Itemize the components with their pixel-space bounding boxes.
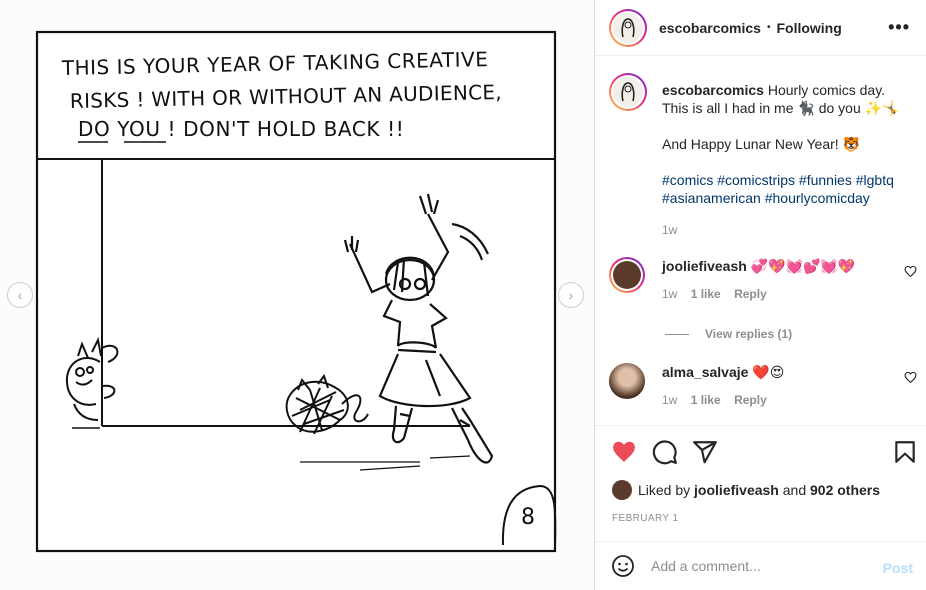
- caption-hashtags-1[interactable]: #comics #comicstrips #funnies #lgbtq: [662, 171, 914, 189]
- smiley-icon[interactable]: [611, 554, 635, 578]
- following-button[interactable]: Following: [776, 20, 841, 36]
- carousel-prev-button[interactable]: ‹: [7, 282, 33, 308]
- comments-list[interactable]: escobarcomics Hourly comics day. This is…: [595, 57, 926, 425]
- caption-text-2: And Happy Lunar New Year! 🐯: [662, 136, 860, 152]
- more-icon[interactable]: •••: [888, 18, 910, 36]
- comment-likes[interactable]: 1 like: [691, 393, 721, 407]
- bookmark-icon[interactable]: [892, 439, 918, 465]
- post-side-panel: escobarcomics • Following ••• escobarcom…: [594, 0, 926, 590]
- reply-button[interactable]: Reply: [734, 287, 767, 301]
- comment-icon[interactable]: [652, 439, 678, 465]
- comic-illustration: THIS IS YOUR YEAR OF TAKING CREATIVE RIS…: [0, 0, 594, 590]
- caption: escobarcomics Hourly comics day. This is…: [662, 81, 914, 239]
- author-avatar[interactable]: [609, 8, 647, 47]
- comment-age: 1w: [662, 287, 678, 301]
- comment-text: 💞💖💓💕💓💖: [750, 258, 856, 274]
- liked-by-others[interactable]: 902 others: [810, 482, 880, 498]
- carousel-next-button[interactable]: ›: [558, 282, 584, 308]
- reply-button[interactable]: Reply: [734, 393, 767, 407]
- liked-by-joiner: and: [782, 482, 807, 498]
- comment-input[interactable]: [651, 558, 861, 574]
- caption-author-avatar[interactable]: [609, 73, 647, 111]
- post-button[interactable]: Post: [883, 560, 913, 576]
- caption-hashtags-2[interactable]: #asianamerican #hourlycomicday: [662, 189, 914, 207]
- caption-age: 1w: [662, 223, 678, 237]
- heart-filled-icon[interactable]: [611, 439, 637, 465]
- liker-avatar: [612, 480, 632, 500]
- add-comment-bar: Post: [595, 541, 926, 590]
- chevron-right-icon: ›: [568, 287, 574, 303]
- heart-outline-icon[interactable]: [904, 371, 917, 384]
- post-header: escobarcomics • Following •••: [595, 0, 926, 56]
- caption-username[interactable]: escobarcomics: [662, 82, 764, 98]
- comment-username[interactable]: alma_salvaje: [662, 364, 748, 380]
- post-actions: Liked by jooliefiveash and 902 others FE…: [595, 425, 926, 541]
- comic-text-line-3: DO YOU ! DON'T HOLD BACK !!: [78, 117, 404, 141]
- chevron-left-icon: ‹: [17, 287, 23, 303]
- share-icon[interactable]: [692, 439, 718, 465]
- post-date: FEBRUARY 1: [612, 513, 679, 524]
- post-image[interactable]: THIS IS YOUR YEAR OF TAKING CREATIVE RIS…: [0, 0, 594, 590]
- liked-by-user[interactable]: jooliefiveash: [694, 482, 779, 498]
- author-username[interactable]: escobarcomics: [659, 20, 761, 36]
- comment-likes[interactable]: 1 like: [691, 287, 721, 301]
- separator-dot: •: [766, 22, 771, 33]
- liked-by-prefix: Liked by: [638, 482, 691, 498]
- comment-username[interactable]: jooliefiveash: [662, 258, 747, 274]
- panel-number: 8: [521, 505, 535, 530]
- view-replies-button[interactable]: View replies (1): [665, 327, 792, 341]
- comment-age: 1w: [662, 393, 678, 407]
- likes-summary[interactable]: Liked by jooliefiveash and 902 others: [612, 480, 880, 500]
- heart-outline-icon[interactable]: [904, 265, 917, 278]
- commenter-avatar[interactable]: [609, 257, 645, 293]
- comment-text: ❤️😍: [752, 364, 785, 380]
- commenter-avatar[interactable]: [609, 363, 645, 399]
